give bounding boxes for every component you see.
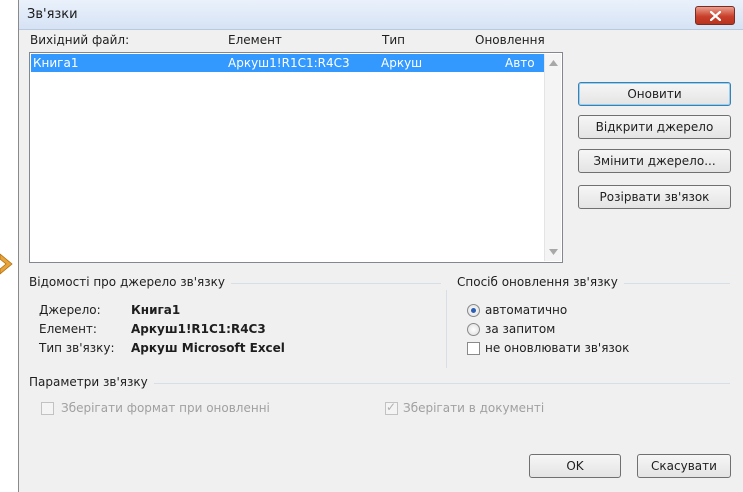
link-type-label: Тип зв'язку: bbox=[39, 341, 115, 355]
links-dialog: Зв'язки Вихідний файл: Елемент Тип Оновл… bbox=[18, 0, 743, 492]
element-label: Елемент: bbox=[39, 322, 97, 336]
link-source-cell: Книга1 bbox=[33, 56, 79, 70]
column-header-element: Елемент bbox=[228, 33, 282, 47]
update-method-section-title: Спосіб оновлення зв'язку bbox=[457, 275, 624, 289]
open-source-button[interactable]: Відкрити джерело bbox=[578, 115, 731, 139]
element-value: Аркуш1!R1C1:R4C3 bbox=[131, 322, 266, 336]
title-bar: Зв'язки bbox=[19, 0, 743, 30]
section-separator bbox=[446, 290, 447, 368]
keep-format-label: Зберігати формат при оновленні bbox=[61, 401, 270, 415]
checkmark-icon: ✓ bbox=[386, 400, 397, 414]
scroll-down-arrow-icon[interactable] bbox=[549, 249, 558, 255]
source-value: Книга1 bbox=[131, 303, 181, 317]
keep-in-document-checkbox[interactable]: ✓ bbox=[385, 400, 398, 415]
link-type-value: Аркуш Microsoft Excel bbox=[131, 341, 285, 355]
dialog-title: Зв'язки bbox=[27, 7, 78, 22]
params-section-title: Параметри зв'язку bbox=[29, 375, 154, 389]
list-item[interactable]: Книга1 Аркуш1!R1C1:R4C3 Аркуш Авто bbox=[31, 54, 545, 72]
arrow-right-icon bbox=[0, 253, 13, 275]
break-link-button[interactable]: Розірвати зв'язок bbox=[578, 185, 731, 209]
link-update-cell: Авто bbox=[505, 56, 535, 70]
cancel-button[interactable]: Скасувати bbox=[637, 454, 731, 478]
link-element-cell: Аркуш1!R1C1:R4C3 bbox=[228, 56, 350, 70]
source-label: Джерело: bbox=[39, 303, 101, 317]
column-header-source: Вихідний файл: bbox=[30, 33, 130, 47]
auto-update-label[interactable]: автоматично bbox=[485, 303, 567, 317]
details-section-title: Відомості про джерело зв'язку bbox=[29, 275, 231, 289]
no-update-checkbox[interactable] bbox=[467, 342, 480, 355]
close-button[interactable] bbox=[695, 6, 735, 25]
ok-button[interactable]: OK bbox=[529, 454, 621, 478]
no-update-label[interactable]: не оновлювати зв'язок bbox=[485, 341, 629, 355]
links-list[interactable]: Книга1 Аркуш1!R1C1:R4C3 Аркуш Авто bbox=[29, 52, 563, 263]
keep-format-checkbox[interactable] bbox=[41, 402, 54, 415]
update-values-button[interactable]: Оновити bbox=[578, 82, 731, 106]
close-icon bbox=[709, 10, 721, 21]
scroll-up-arrow-icon[interactable] bbox=[549, 60, 558, 66]
auto-update-radio[interactable] bbox=[467, 304, 480, 317]
link-type-cell: Аркуш bbox=[381, 56, 423, 70]
manual-update-radio[interactable] bbox=[467, 323, 480, 336]
column-header-update: Оновлення bbox=[475, 33, 545, 47]
vertical-scrollbar[interactable] bbox=[544, 54, 561, 261]
manual-update-label[interactable]: за запитом bbox=[485, 322, 555, 336]
column-header-type: Тип bbox=[382, 33, 405, 47]
change-source-button[interactable]: Змінити джерело... bbox=[578, 149, 731, 173]
keep-in-document-label: Зберігати в документі bbox=[403, 401, 545, 415]
